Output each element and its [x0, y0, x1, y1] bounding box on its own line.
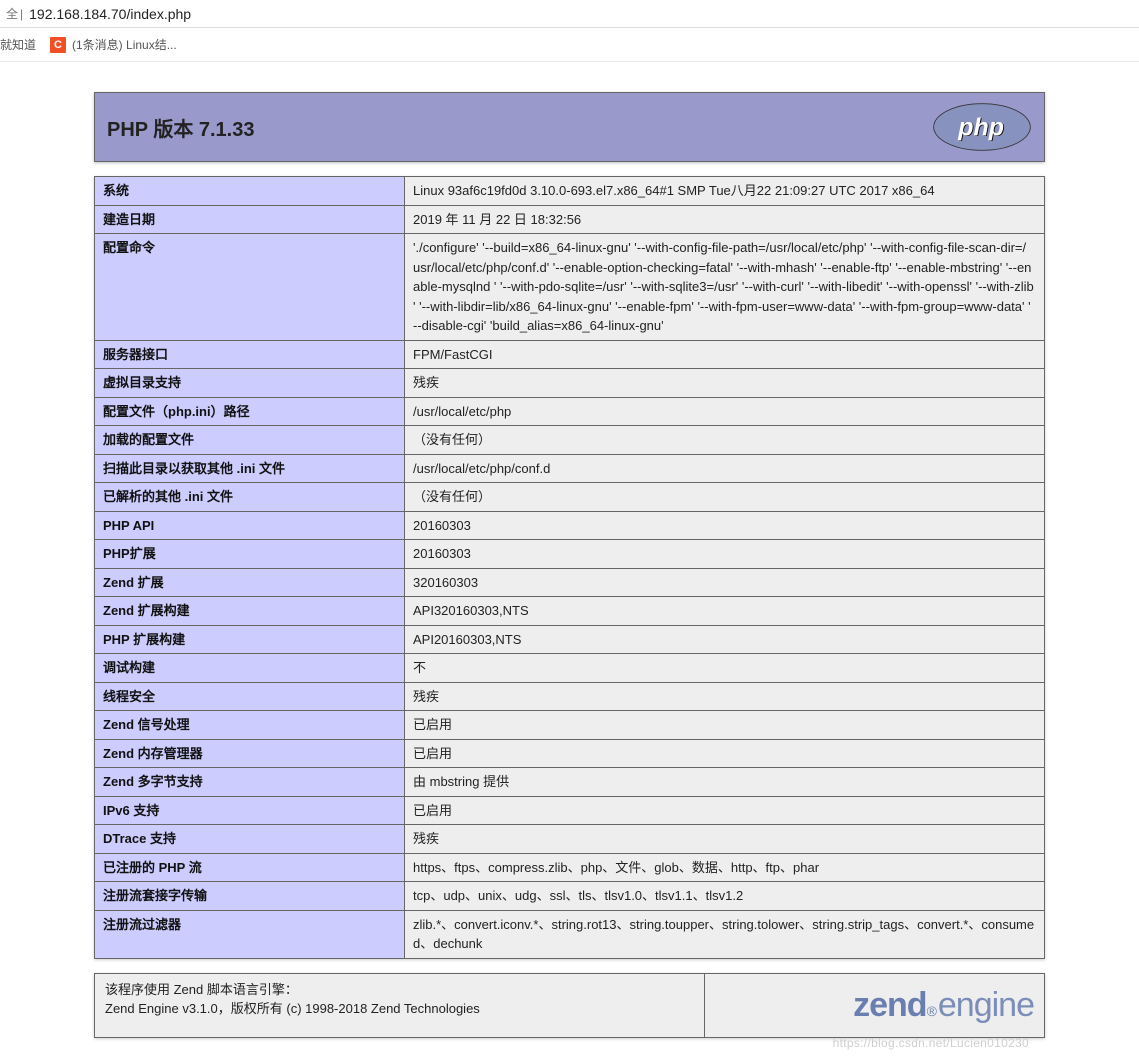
- info-value: API20160303,NTS: [405, 625, 1045, 654]
- info-value: 已启用: [405, 739, 1045, 768]
- watermark-text: https://blog.csdn.net/Lucien010230: [833, 1036, 1029, 1050]
- info-value: 320160303: [405, 568, 1045, 597]
- table-row: PHP API20160303: [95, 511, 1045, 540]
- table-row: 扫描此目录以获取其他 .ini 文件/usr/local/etc/php/con…: [95, 454, 1045, 483]
- page-title: PHP 版本 7.1.33: [107, 113, 254, 142]
- bookmark-label: (1条消息) Linux结...: [72, 36, 177, 53]
- info-label: 配置文件（php.ini）路径: [95, 397, 405, 426]
- info-label: PHP扩展: [95, 540, 405, 569]
- table-row: Zend 内存管理器已启用: [95, 739, 1045, 768]
- table-row: PHP扩展20160303: [95, 540, 1045, 569]
- bookmark-item-1[interactable]: 就知道: [0, 36, 36, 53]
- info-label: 注册流套接字传输: [95, 882, 405, 911]
- info-label: 线程安全: [95, 682, 405, 711]
- table-row: 配置文件（php.ini）路径/usr/local/etc/php: [95, 397, 1045, 426]
- address-separator: |: [20, 7, 23, 21]
- table-row: 加载的配置文件（没有任何）: [95, 426, 1045, 455]
- info-label: 已解析的其他 .ini 文件: [95, 483, 405, 512]
- zend-logo-cell: zend®engine: [705, 973, 1045, 1037]
- info-label: 已注册的 PHP 流: [95, 853, 405, 882]
- info-label: 建造日期: [95, 205, 405, 234]
- info-value: （没有任何）: [405, 426, 1045, 455]
- info-label: PHP 扩展构建: [95, 625, 405, 654]
- info-label: Zend 扩展构建: [95, 597, 405, 626]
- info-label: 系统: [95, 177, 405, 206]
- info-label: 注册流过滤器: [95, 910, 405, 958]
- zend-footer-table: 该程序使用 Zend 脚本语言引擎： Zend Engine v3.1.0，版权…: [94, 973, 1045, 1038]
- table-row: Zend 扩展320160303: [95, 568, 1045, 597]
- info-value: 残疾: [405, 682, 1045, 711]
- table-row: 线程安全残疾: [95, 682, 1045, 711]
- zend-credits-cell: 该程序使用 Zend 脚本语言引擎： Zend Engine v3.1.0，版权…: [95, 973, 705, 1037]
- info-value: 残疾: [405, 825, 1045, 854]
- info-label: Zend 多字节支持: [95, 768, 405, 797]
- info-label: Zend 扩展: [95, 568, 405, 597]
- php-logo-icon: php php: [932, 101, 1032, 153]
- address-bar: 全 | 192.168.184.70/index.php: [0, 0, 1139, 28]
- info-label: 调试构建: [95, 654, 405, 683]
- phpinfo-header: PHP 版本 7.1.33 php php: [94, 92, 1045, 162]
- info-value: 已启用: [405, 711, 1045, 740]
- page-content: PHP 版本 7.1.33 php php 系统Linux 93af6c19fd…: [0, 62, 1139, 1058]
- table-row: PHP 扩展构建API20160303,NTS: [95, 625, 1045, 654]
- table-row: 服务器接口FPM/FastCGI: [95, 340, 1045, 369]
- table-row: 注册流套接字传输tcp、udp、unix、udg、ssl、tls、tlsv1.0…: [95, 882, 1045, 911]
- table-row: DTrace 支持残疾: [95, 825, 1045, 854]
- table-row: Zend 扩展构建API320160303,NTS: [95, 597, 1045, 626]
- info-label: 加载的配置文件: [95, 426, 405, 455]
- info-label: 服务器接口: [95, 340, 405, 369]
- table-row: IPv6 支持已启用: [95, 796, 1045, 825]
- table-row: 系统Linux 93af6c19fd0d 3.10.0-693.el7.x86_…: [95, 177, 1045, 206]
- zend-credit-line1: 该程序使用 Zend 脚本语言引擎：: [105, 980, 694, 1000]
- info-value: FPM/FastCGI: [405, 340, 1045, 369]
- table-row: 调试构建不: [95, 654, 1045, 683]
- info-value: 由 mbstring 提供: [405, 768, 1045, 797]
- info-value: https、ftps、compress.zlib、php、文件、glob、数据、…: [405, 853, 1045, 882]
- info-value: /usr/local/etc/php: [405, 397, 1045, 426]
- bookmark-item-2[interactable]: C (1条消息) Linux结...: [50, 36, 177, 53]
- info-value: zlib.*、convert.iconv.*、string.rot13、stri…: [405, 910, 1045, 958]
- info-value: 残疾: [405, 369, 1045, 398]
- info-value: 不: [405, 654, 1045, 683]
- table-row: Zend 多字节支持由 mbstring 提供: [95, 768, 1045, 797]
- info-value: './configure' '--build=x86_64-linux-gnu'…: [405, 234, 1045, 341]
- url-field[interactable]: 192.168.184.70/index.php: [29, 6, 191, 22]
- phpinfo-table: 系统Linux 93af6c19fd0d 3.10.0-693.el7.x86_…: [94, 176, 1045, 959]
- zend-credit-line2: Zend Engine v3.1.0，版权所有 (c) 1998-2018 Ze…: [105, 999, 694, 1019]
- info-label: IPv6 支持: [95, 796, 405, 825]
- info-value: 20160303: [405, 511, 1045, 540]
- table-row: 配置命令'./configure' '--build=x86_64-linux-…: [95, 234, 1045, 341]
- bookmark-label: 就知道: [0, 36, 36, 53]
- table-row: 已注册的 PHP 流https、ftps、compress.zlib、php、文…: [95, 853, 1045, 882]
- table-row: 虚拟目录支持残疾: [95, 369, 1045, 398]
- info-value: /usr/local/etc/php/conf.d: [405, 454, 1045, 483]
- table-row: 注册流过滤器zlib.*、convert.iconv.*、string.rot1…: [95, 910, 1045, 958]
- info-label: Zend 内存管理器: [95, 739, 405, 768]
- info-label: 扫描此目录以获取其他 .ini 文件: [95, 454, 405, 483]
- table-row: 建造日期2019 年 11 月 22 日 18:32:56: [95, 205, 1045, 234]
- info-value: Linux 93af6c19fd0d 3.10.0-693.el7.x86_64…: [405, 177, 1045, 206]
- bookmark-bar: 就知道 C (1条消息) Linux结...: [0, 28, 1139, 62]
- info-value: 20160303: [405, 540, 1045, 569]
- table-row: Zend 信号处理已启用: [95, 711, 1045, 740]
- info-label: 虚拟目录支持: [95, 369, 405, 398]
- security-indicator: 全: [6, 5, 18, 22]
- svg-text:php: php: [957, 113, 1004, 141]
- info-value: （没有任何）: [405, 483, 1045, 512]
- info-value: 2019 年 11 月 22 日 18:32:56: [405, 205, 1045, 234]
- info-label: Zend 信号处理: [95, 711, 405, 740]
- zend-engine-logo-icon: zend®engine: [853, 980, 1034, 1031]
- csdn-icon: C: [50, 37, 66, 53]
- info-label: PHP API: [95, 511, 405, 540]
- table-row: 已解析的其他 .ini 文件（没有任何）: [95, 483, 1045, 512]
- info-value: API320160303,NTS: [405, 597, 1045, 626]
- info-value: tcp、udp、unix、udg、ssl、tls、tlsv1.0、tlsv1.1…: [405, 882, 1045, 911]
- info-label: 配置命令: [95, 234, 405, 341]
- info-label: DTrace 支持: [95, 825, 405, 854]
- info-value: 已启用: [405, 796, 1045, 825]
